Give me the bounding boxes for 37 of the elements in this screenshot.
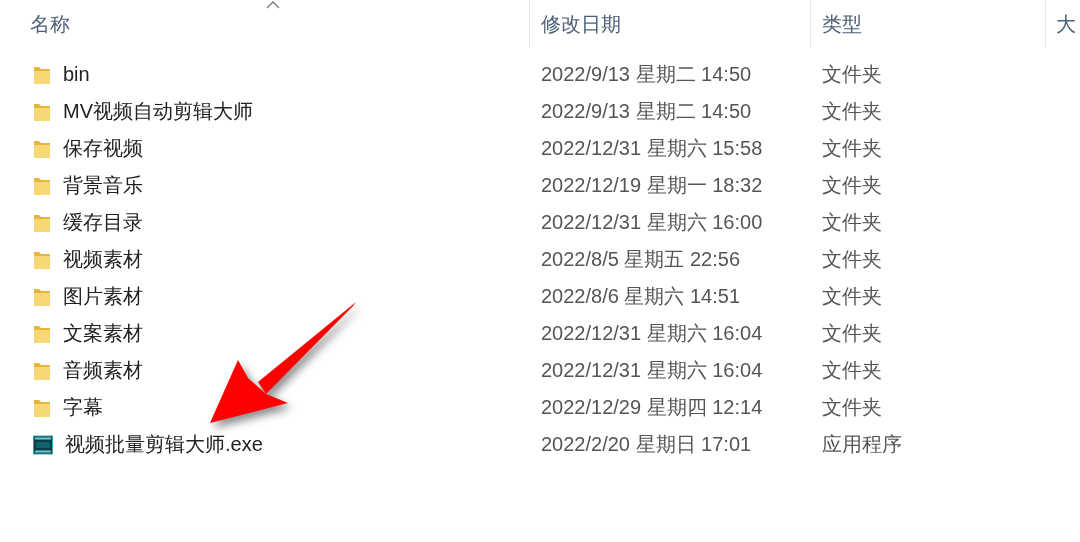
date-modified: 2022/8/5 星期五 22:56 — [541, 247, 740, 272]
file-type: 文件夹 — [822, 284, 882, 309]
column-header[interactable]: 修改日期 — [541, 10, 621, 38]
file-name[interactable]: 文案素材 — [63, 320, 143, 347]
file-name[interactable]: bin — [63, 63, 90, 86]
file-name[interactable]: 视频素材 — [63, 246, 143, 273]
date-modified: 2022/8/6 星期六 14:51 — [541, 284, 740, 309]
file-type: 文件夹 — [822, 62, 882, 87]
file-type: 文件夹 — [822, 210, 882, 235]
date-modified: 2022/12/31 星期六 16:04 — [541, 358, 763, 383]
file-name[interactable]: 图片素材 — [63, 283, 143, 310]
date-modified: 2022/12/29 星期四 12:14 — [541, 395, 763, 420]
file-name[interactable]: MV视频自动剪辑大师 — [63, 98, 253, 125]
file-name[interactable]: 缓存目录 — [63, 209, 143, 236]
date-modified: 2022/12/31 星期六 15:58 — [541, 136, 763, 161]
date-modified: 2022/12/31 星期六 16:00 — [541, 210, 763, 235]
date-modified: 2022/12/19 星期一 18:32 — [541, 173, 763, 198]
file-name[interactable]: 视频批量剪辑大师.exe — [65, 431, 263, 458]
file-type: 文件夹 — [822, 99, 882, 124]
file-type: 文件夹 — [822, 395, 882, 420]
date-modified: 2022/12/31 星期六 16:04 — [541, 321, 763, 346]
file-name[interactable]: 字幕 — [63, 394, 103, 421]
date-modified: 2022/2/20 星期日 17:01 — [541, 432, 752, 457]
date-modified: 2022/9/13 星期二 14:50 — [541, 62, 752, 87]
column-header[interactable]: 大 — [1056, 10, 1076, 38]
file-type: 文件夹 — [822, 136, 882, 161]
file-type: 文件夹 — [822, 321, 882, 346]
date-modified: 2022/9/13 星期二 14:50 — [541, 99, 752, 124]
file-type: 应用程序 — [822, 432, 902, 457]
file-name[interactable]: 音频素材 — [63, 357, 143, 384]
column-header[interactable]: 类型 — [822, 10, 862, 38]
file-name[interactable]: 背景音乐 — [63, 172, 143, 199]
file-name[interactable]: 保存视频 — [63, 135, 143, 162]
file-type: 文件夹 — [822, 358, 882, 383]
file-type: 文件夹 — [822, 173, 882, 198]
column-header[interactable]: 名称 — [30, 10, 70, 38]
file-type: 文件夹 — [822, 247, 882, 272]
